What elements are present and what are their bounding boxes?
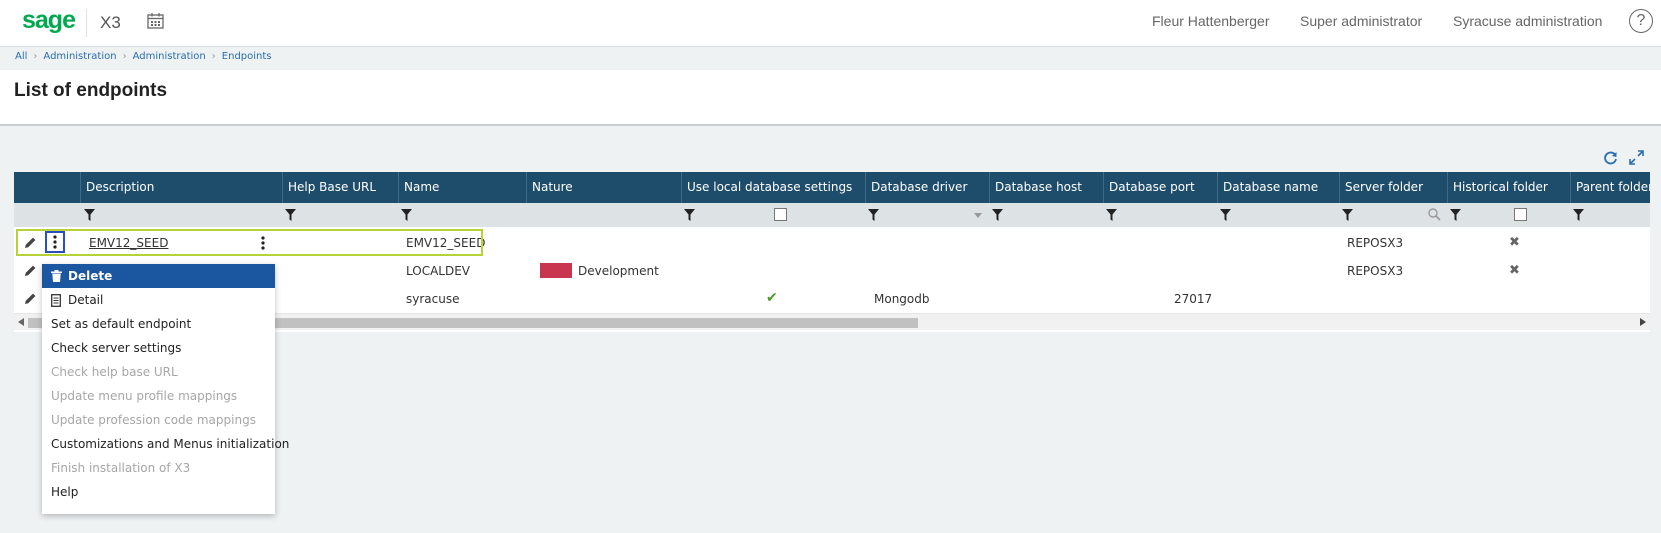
top-bar: sage X3 Fleur Hattenberger Super adminis… <box>0 0 1661 47</box>
x-icon: ✖ <box>1509 263 1520 278</box>
breadcrumb-administration[interactable]: Administration <box>43 51 116 62</box>
page-title: List of endpoints <box>14 80 168 101</box>
column-header-database-driver[interactable]: Database driver <box>865 172 989 203</box>
use-local-db-filter-checkbox[interactable] <box>774 208 787 221</box>
database-port: 27017 <box>1174 292 1213 306</box>
check-icon: ✔ <box>766 290 778 306</box>
title-bar <box>0 70 1661 126</box>
menu-item-detail[interactable]: Detail <box>42 288 275 312</box>
x-icon: ✖ <box>1509 235 1520 250</box>
filter-icon[interactable] <box>1573 209 1584 221</box>
endpoint-name: LOCALDEV <box>406 264 471 278</box>
menu-item-finish-installation: Finish installation of X3 <box>51 461 191 475</box>
column-header-database-name[interactable]: Database name <box>1217 172 1339 203</box>
pencil-icon[interactable] <box>24 236 37 249</box>
column-header-description[interactable]: Description <box>80 172 282 203</box>
chevron-right-icon: › <box>33 51 38 62</box>
column-header-parent-folder[interactable]: Parent folder <box>1570 172 1650 203</box>
menu-item-update-profession-code-mappings: Update profession code mappings <box>51 413 256 427</box>
column-header-help-base-url[interactable]: Help Base URL <box>282 172 398 203</box>
filter-icon[interactable] <box>1342 209 1353 221</box>
arrow-right-icon[interactable] <box>1640 318 1646 326</box>
endpoint-description-link[interactable]: EMV12_SEED <box>89 236 168 250</box>
menu-item-update-menu-profile-mappings: Update menu profile mappings <box>51 389 238 403</box>
database-driver: Mongodb <box>874 292 930 306</box>
document-icon <box>51 294 61 307</box>
column-header-name[interactable]: Name <box>398 172 526 203</box>
user-name[interactable]: Fleur Hattenberger <box>1152 13 1270 29</box>
filter-icon[interactable] <box>684 209 695 221</box>
sage-logo[interactable]: sage <box>22 6 76 35</box>
menu-item-set-default-endpoint[interactable]: Set as default endpoint <box>42 312 275 336</box>
row-actions-button[interactable] <box>45 231 65 253</box>
menu-item-check-help-base-url: Check help base URL <box>51 365 178 379</box>
menu-item-label: Detail <box>68 293 104 307</box>
refresh-icon[interactable] <box>1603 150 1618 169</box>
workspace-name[interactable]: Syracuse administration <box>1453 13 1602 29</box>
product-name[interactable]: X3 <box>100 13 121 33</box>
column-header-nature[interactable]: Nature <box>526 172 681 203</box>
pencil-icon[interactable] <box>24 292 37 305</box>
chevron-right-icon: › <box>122 51 127 62</box>
more-vertical-icon[interactable] <box>53 235 57 249</box>
calendar-icon[interactable] <box>147 12 164 33</box>
trash-icon <box>51 270 62 282</box>
filter-icon[interactable] <box>1106 209 1117 221</box>
search-icon[interactable] <box>1428 208 1441 221</box>
filter-icon[interactable] <box>1450 209 1461 221</box>
menu-item-customizations-menus-init[interactable]: Customizations and Menus initialization <box>42 432 289 456</box>
menu-item-delete[interactable]: Delete <box>42 264 275 288</box>
column-header-database-port[interactable]: Database port <box>1103 172 1217 203</box>
filter-icon[interactable] <box>992 209 1003 221</box>
menu-item-check-server-settings[interactable]: Check server settings <box>42 336 275 360</box>
breadcrumb-all[interactable]: All <box>15 51 27 62</box>
chevron-down-icon[interactable] <box>974 213 982 218</box>
server-folder: REPOSX3 <box>1347 236 1404 250</box>
arrow-left-icon[interactable] <box>18 318 24 326</box>
logo-divider <box>86 9 87 37</box>
column-header-use-local-db[interactable]: Use local database settings <box>681 172 865 203</box>
pencil-icon[interactable] <box>24 264 37 277</box>
table-row[interactable]: EMV12_SEED EMV12_SEED REPOSX3 ✖ <box>14 229 1650 258</box>
column-header-database-host[interactable]: Database host <box>989 172 1103 203</box>
user-role[interactable]: Super administrator <box>1300 13 1422 29</box>
filter-icon[interactable] <box>401 209 412 221</box>
nature-color-swatch <box>540 263 572 278</box>
grid-header: Description Help Base URL Name Nature Us… <box>14 172 1650 203</box>
historical-folder-filter-checkbox[interactable] <box>1514 208 1527 221</box>
breadcrumb-administration-2[interactable]: Administration <box>133 51 206 62</box>
server-folder: REPOSX3 <box>1347 264 1404 278</box>
breadcrumb-endpoints[interactable]: Endpoints <box>222 51 272 62</box>
filter-icon[interactable] <box>84 209 95 221</box>
filter-icon[interactable] <box>285 209 296 221</box>
row-context-menu: Delete Detail Set as default endpoint Ch… <box>42 264 289 514</box>
more-vertical-icon[interactable] <box>261 236 265 250</box>
filter-icon[interactable] <box>1220 209 1231 221</box>
menu-item-label: Delete <box>68 269 113 283</box>
endpoint-name: EMV12_SEED <box>406 236 486 250</box>
column-header-historical-folder[interactable]: Historical folder <box>1447 172 1570 203</box>
chevron-right-icon: › <box>211 51 216 62</box>
filter-row <box>14 203 1650 227</box>
help-icon[interactable]: ? <box>1629 9 1653 33</box>
filter-icon[interactable] <box>868 209 879 221</box>
menu-item-help[interactable]: Help <box>42 480 275 504</box>
breadcrumb: All › Administration › Administration › Endpoi… <box>15 51 272 62</box>
expand-icon[interactable] <box>1629 150 1644 169</box>
column-header-server-folder[interactable]: Server folder <box>1339 172 1447 203</box>
endpoint-nature: Development <box>578 264 659 278</box>
endpoint-name: syracuse <box>406 292 460 306</box>
